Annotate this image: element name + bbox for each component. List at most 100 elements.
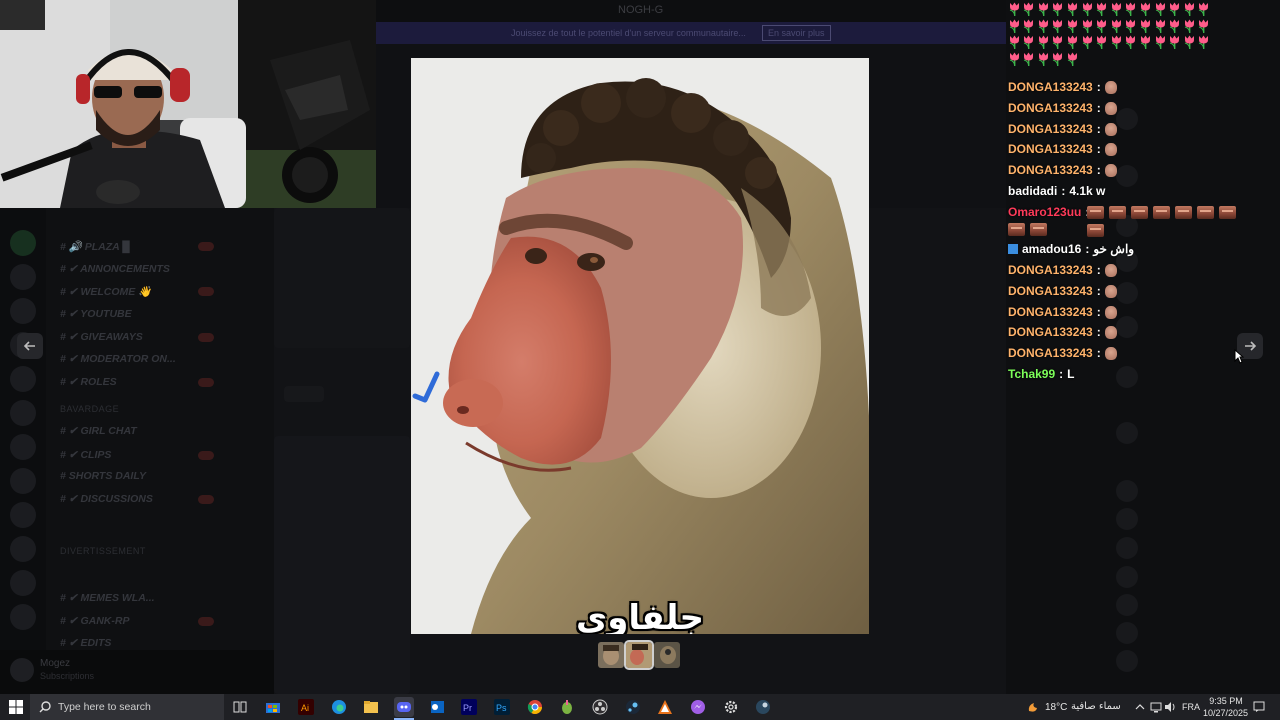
server-icon[interactable] <box>10 264 36 290</box>
weather-icon[interactable] <box>1024 697 1044 717</box>
member-avatar[interactable] <box>1116 537 1138 559</box>
chat-username[interactable]: DONGA133243 <box>1008 284 1093 298</box>
member-avatar[interactable] <box>1116 422 1138 444</box>
messenger-icon[interactable] <box>688 697 708 717</box>
start-button[interactable] <box>6 697 26 717</box>
channel-item[interactable]: # ✔ GANK-RP <box>60 615 129 627</box>
taskbar-search[interactable]: Type here to search <box>30 694 224 720</box>
channel-category[interactable]: BAVARDAGE <box>60 404 119 414</box>
chat-username[interactable]: DONGA133243 <box>1008 163 1093 177</box>
chat-username[interactable]: badidadi <box>1008 184 1057 198</box>
chat-separator: : <box>1096 101 1101 115</box>
chat-username[interactable]: amadou16 <box>1022 242 1081 256</box>
server-icon[interactable] <box>10 434 36 460</box>
banner-learn-more-button[interactable]: En savoir plus <box>762 25 831 41</box>
channel-category[interactable]: DIVERTISSEMENT <box>60 546 146 556</box>
server-icon[interactable] <box>10 298 36 324</box>
channel-item[interactable]: # SHORTS DAILY <box>60 470 146 482</box>
member-avatar[interactable] <box>1116 165 1138 187</box>
channel-item[interactable]: # ✔ MEMES WLA... <box>60 592 155 604</box>
member-avatar[interactable] <box>1116 366 1138 388</box>
previous-image-button[interactable] <box>17 333 43 359</box>
channel-item[interactable]: # ✔ GIVEAWAYS <box>60 331 143 343</box>
settings-gear-icon[interactable] <box>721 697 741 717</box>
chat-username[interactable]: DONGA133243 <box>1008 80 1093 94</box>
volume-icon[interactable] <box>1160 697 1180 717</box>
channel-item[interactable]: # ✔ EDITS <box>60 637 111 649</box>
server-icon[interactable] <box>10 366 36 392</box>
channel-item[interactable]: # ✔ ROLES <box>60 376 117 388</box>
channel-item[interactable]: # ✔ CLIPS <box>60 449 111 461</box>
reaction[interactable] <box>284 386 324 402</box>
channel-item[interactable]: # ✔ WELCOME 👋 <box>60 285 151 298</box>
brick-emote-icon <box>1219 206 1236 219</box>
steam-icon[interactable] <box>623 697 643 717</box>
obs-icon[interactable] <box>590 697 610 717</box>
clock-time[interactable]: 9:35 PM <box>1209 696 1243 706</box>
language-indicator[interactable]: FRA <box>1182 702 1200 712</box>
channel-item[interactable]: # ✔ ANNONCEMENTS <box>60 263 170 275</box>
chrome-icon[interactable] <box>525 697 545 717</box>
thumbnail-2[interactable] <box>624 640 654 670</box>
chat-username[interactable]: DONGA133243 <box>1008 101 1093 115</box>
chat-username[interactable]: DONGA133243 <box>1008 142 1093 156</box>
member-avatar[interactable] <box>1116 508 1138 530</box>
chat-message: DONGA133243: <box>1008 101 1117 115</box>
chat-username[interactable]: DONGA133243 <box>1008 346 1093 360</box>
unread-badge <box>198 378 214 387</box>
chat-username[interactable]: DONGA133243 <box>1008 325 1093 339</box>
channel-item[interactable]: # 🔊 PLAZA █ <box>60 240 130 253</box>
chat-separator: : <box>1096 163 1101 177</box>
chat-username[interactable]: DONGA133243 <box>1008 305 1093 319</box>
server-icon[interactable] <box>10 570 36 596</box>
chat-username[interactable]: Omaro123uu <box>1008 205 1081 219</box>
chat-separator: : <box>1061 184 1066 198</box>
member-avatar[interactable] <box>1116 650 1138 672</box>
server-icon[interactable] <box>10 502 36 528</box>
weather-description[interactable]: سماء صافية <box>1071 701 1121 712</box>
weather-temperature[interactable]: 18°C <box>1045 702 1067 713</box>
member-avatar[interactable] <box>1116 316 1138 338</box>
server-list <box>0 208 46 694</box>
channel-item[interactable]: # ✔ MODERATOR ON... <box>60 353 176 365</box>
task-view-icon[interactable] <box>230 697 250 717</box>
chat-username[interactable]: DONGA133243 <box>1008 263 1093 277</box>
chat-username[interactable]: Tchak99 <box>1008 367 1055 381</box>
server-icon[interactable] <box>10 468 36 494</box>
member-avatar[interactable] <box>1116 622 1138 644</box>
member-avatar[interactable] <box>1116 282 1138 304</box>
server-icon[interactable] <box>10 604 36 630</box>
thumbnail-1[interactable] <box>598 642 624 668</box>
discord-icon[interactable] <box>394 697 414 717</box>
server-icon[interactable] <box>10 400 36 426</box>
store-icon[interactable] <box>263 697 283 717</box>
tulip-emote-icon <box>1183 19 1196 33</box>
member-avatar[interactable] <box>1116 108 1138 130</box>
chat-separator: : <box>1096 325 1101 339</box>
photoshop-icon[interactable]: Ps <box>492 697 512 717</box>
chat-message: Tchak99: L <box>1008 367 1074 381</box>
steam-client-icon[interactable] <box>753 697 773 717</box>
vlc-like-icon[interactable] <box>655 697 675 717</box>
premiere-pro-icon[interactable]: Pr <box>459 697 479 717</box>
member-avatar[interactable] <box>1116 480 1138 502</box>
channel-item[interactable]: # ✔ GIRL CHAT <box>60 425 137 437</box>
member-avatar[interactable] <box>1116 594 1138 616</box>
image-viewer[interactable]: جلفاوي <box>411 58 869 634</box>
outlook-icon[interactable] <box>427 697 447 717</box>
adobe-illustrator-icon[interactable]: Ai <box>296 697 316 717</box>
tulip-emote-icon <box>1081 19 1094 33</box>
chat-username[interactable]: DONGA133243 <box>1008 122 1093 136</box>
clock-date[interactable]: 10/27/2025 <box>1203 708 1248 718</box>
avatar[interactable] <box>10 658 34 682</box>
channel-item[interactable]: # ✔ DISCUSSIONS <box>60 493 153 505</box>
file-explorer-icon[interactable] <box>361 697 381 717</box>
edge-icon[interactable] <box>329 697 349 717</box>
channel-item[interactable]: # ✔ YOUTUBE <box>60 308 132 320</box>
notifications-icon[interactable] <box>1249 697 1269 717</box>
notepad-plus-icon[interactable] <box>557 697 577 717</box>
server-icon[interactable] <box>10 536 36 562</box>
server-icon[interactable] <box>10 230 36 256</box>
thumbnail-3[interactable] <box>654 642 680 668</box>
member-avatar[interactable] <box>1116 566 1138 588</box>
